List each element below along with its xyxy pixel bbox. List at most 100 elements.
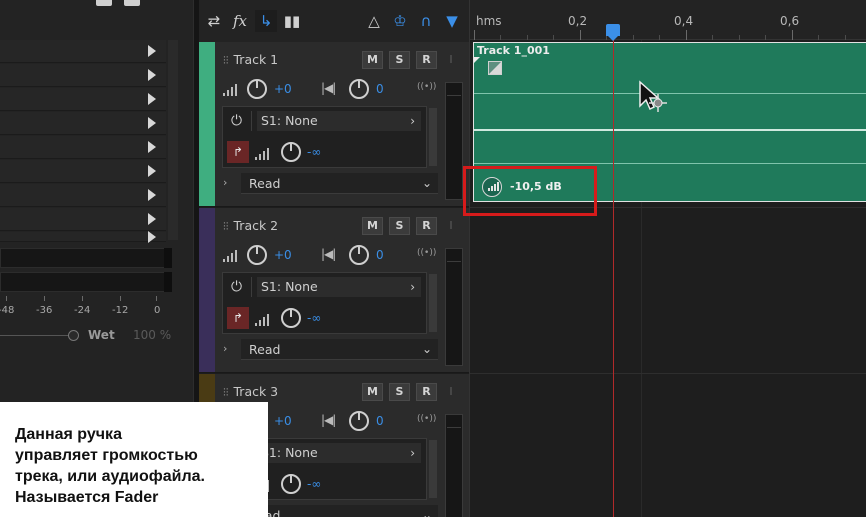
send-select-value: S1: None xyxy=(261,445,318,460)
play-arrow-icon[interactable] xyxy=(148,231,156,243)
ruler-unit-label: hms xyxy=(476,14,502,28)
automation-mode-select[interactable]: Read⌄ xyxy=(241,505,438,517)
routing-icon[interactable]: ⇄ xyxy=(203,10,225,32)
loop-icon[interactable]: ∩ xyxy=(415,10,437,32)
chevron-down-icon: ⌄ xyxy=(421,508,432,517)
record-arm-button[interactable]: R xyxy=(416,383,437,401)
volume-icon xyxy=(223,82,239,96)
record-arm-button[interactable]: R xyxy=(416,51,437,69)
volume-value[interactable]: +0 xyxy=(274,248,292,262)
fade-icon[interactable] xyxy=(488,61,502,75)
fade-in-handle[interactable] xyxy=(474,57,480,63)
record-arm-button[interactable]: R xyxy=(416,217,437,235)
panel-button[interactable] xyxy=(96,0,112,6)
send-scrollbar[interactable] xyxy=(429,108,437,166)
chevron-right-icon[interactable]: › xyxy=(223,342,227,355)
send-volume-knob[interactable] xyxy=(281,308,301,328)
send-volume-value[interactable]: -∞ xyxy=(307,145,321,159)
pan-value[interactable]: 0 xyxy=(376,82,384,96)
monitor-icon[interactable]: ♔ xyxy=(389,10,411,32)
ruler-tick xyxy=(527,35,528,40)
pre-post-fader-button[interactable]: ↱ xyxy=(227,307,249,329)
send-volume-value[interactable]: -∞ xyxy=(307,477,321,491)
effect-slot[interactable] xyxy=(0,160,166,183)
effect-slot[interactable] xyxy=(0,184,166,207)
effects-scrollbar[interactable] xyxy=(168,40,178,240)
play-arrow-icon[interactable] xyxy=(148,117,156,129)
timeline-panel[interactable]: hms 0,2 0,4 0,6 Track 1_001 -10,5 dB xyxy=(463,0,866,517)
track-header-2[interactable]: ⫶⫶ Track 2 M S R I +0 |◀| 0 ((•)) ⏻ S1: N… xyxy=(199,208,469,373)
play-arrow-icon[interactable] xyxy=(148,93,156,105)
wet-slider-track[interactable] xyxy=(0,335,70,336)
track-header-1[interactable]: ⫶⫶ Track 1 M S R I +0 |◀| 0 ((•)) ⏻ S1: N… xyxy=(199,42,469,207)
track-level-meter xyxy=(445,82,463,200)
wet-slider-thumb[interactable] xyxy=(68,330,79,341)
power-icon[interactable]: ⏻ xyxy=(231,279,242,295)
send-scrollbar[interactable] xyxy=(429,274,437,332)
play-arrow-icon[interactable] xyxy=(148,45,156,57)
fx-icon[interactable]: fx xyxy=(229,10,251,32)
effect-slot[interactable] xyxy=(0,40,166,63)
scale-tick xyxy=(82,296,83,301)
waveform-line xyxy=(474,163,866,164)
solo-button[interactable]: S xyxy=(389,51,410,69)
track-name[interactable]: ⫶⫶ Track 3 xyxy=(223,384,278,400)
playhead-line[interactable] xyxy=(613,36,614,517)
volume-value[interactable]: +0 xyxy=(274,414,292,428)
pre-post-fader-button[interactable]: ↱ xyxy=(227,141,249,163)
stereo-icon: ((•)) xyxy=(417,248,437,258)
automation-mode-select[interactable]: Read⌄ xyxy=(241,173,438,194)
play-arrow-icon[interactable] xyxy=(148,141,156,153)
send-select[interactable]: S1: None › xyxy=(257,111,421,131)
grip-icon[interactable]: ⫶⫶ xyxy=(223,386,229,399)
effect-slot[interactable] xyxy=(0,112,166,135)
eq-icon[interactable]: ▮▮ xyxy=(281,10,303,32)
input-monitor-button[interactable]: I xyxy=(442,383,460,401)
marker-icon[interactable]: ▼ xyxy=(441,10,463,32)
send-scrollbar[interactable] xyxy=(429,440,437,498)
mute-button[interactable]: M xyxy=(362,383,383,401)
mute-button[interactable]: M xyxy=(362,217,383,235)
play-arrow-icon[interactable] xyxy=(148,165,156,177)
sends-icon[interactable]: ↳ xyxy=(255,10,277,32)
input-monitor-button[interactable]: I xyxy=(442,217,460,235)
time-ruler[interactable]: hms 0,2 0,4 0,6 xyxy=(470,0,866,40)
effect-slot[interactable] xyxy=(0,136,166,159)
pan-knob[interactable] xyxy=(349,245,369,265)
track-name[interactable]: ⫶⫶ Track 1 xyxy=(223,52,278,68)
solo-button[interactable]: S xyxy=(389,217,410,235)
play-arrow-icon[interactable] xyxy=(148,189,156,201)
grip-icon[interactable]: ⫶⫶ xyxy=(223,54,229,67)
automation-mode-select[interactable]: Read⌄ xyxy=(241,339,438,360)
pan-knob[interactable] xyxy=(349,79,369,99)
send-select[interactable]: S1: None › xyxy=(257,277,421,297)
input-monitor-button[interactable]: I xyxy=(442,51,460,69)
chevron-right-icon[interactable]: › xyxy=(223,176,227,189)
panel-button[interactable] xyxy=(124,0,140,6)
effect-slot[interactable] xyxy=(0,64,166,87)
power-icon[interactable]: ⏻ xyxy=(231,113,242,129)
solo-button[interactable]: S xyxy=(389,383,410,401)
play-arrow-icon[interactable] xyxy=(148,69,156,81)
send-volume-value[interactable]: -∞ xyxy=(307,311,321,325)
level-meter xyxy=(0,272,170,292)
effect-slot[interactable] xyxy=(0,88,166,111)
effect-slot[interactable] xyxy=(0,208,166,231)
grip-icon[interactable]: ⫶⫶ xyxy=(223,220,229,233)
pan-value[interactable]: 0 xyxy=(376,414,384,428)
volume-knob[interactable] xyxy=(247,79,267,99)
pan-knob[interactable] xyxy=(349,411,369,431)
play-arrow-icon[interactable] xyxy=(148,213,156,225)
send-volume-knob[interactable] xyxy=(281,474,301,494)
volume-knob[interactable] xyxy=(247,245,267,265)
volume-value[interactable]: +0 xyxy=(274,82,292,96)
playhead-handle[interactable] xyxy=(606,24,620,41)
effect-slot[interactable] xyxy=(0,231,166,243)
mute-button[interactable]: M xyxy=(362,51,383,69)
send-volume-knob[interactable] xyxy=(281,142,301,162)
volume-envelope[interactable] xyxy=(474,129,866,131)
send-select[interactable]: S1: None › xyxy=(257,443,421,463)
metronome-icon[interactable]: △ xyxy=(363,10,385,32)
track-name[interactable]: ⫶⫶ Track 2 xyxy=(223,218,278,234)
pan-value[interactable]: 0 xyxy=(376,248,384,262)
